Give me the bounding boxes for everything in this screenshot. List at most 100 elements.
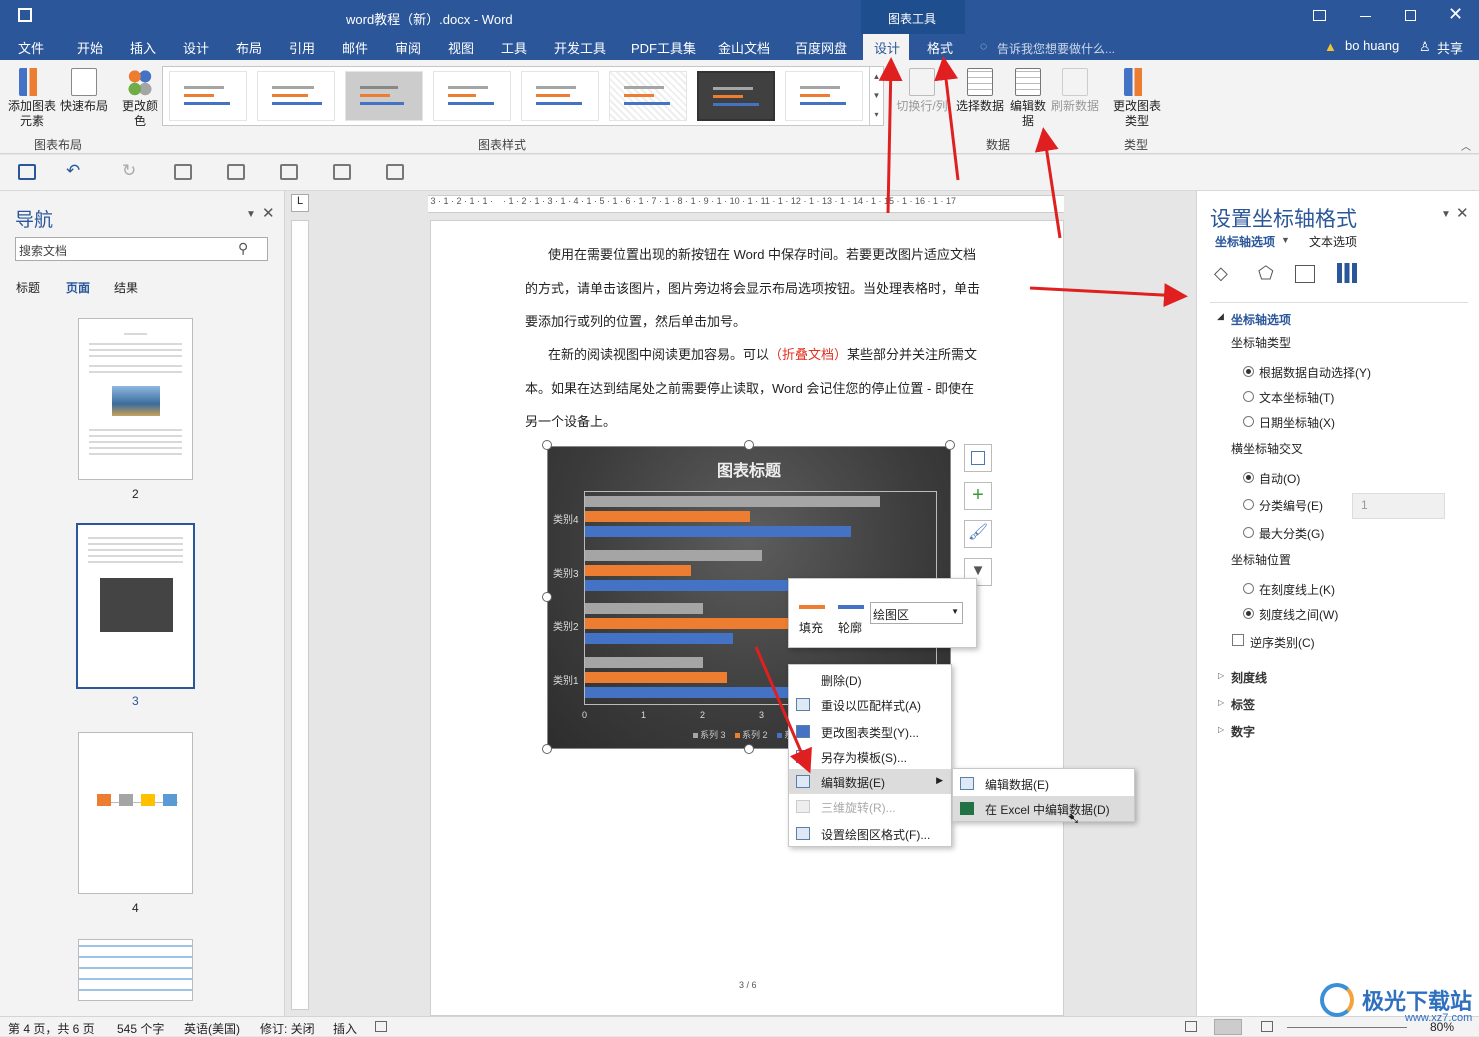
resize-handle[interactable] (744, 744, 754, 754)
tell-me-input[interactable]: 告诉我您想要做什么... (997, 40, 1115, 57)
tab-baidu[interactable]: 百度网盘 (795, 38, 847, 57)
chart-style-8[interactable] (785, 71, 863, 121)
tab-file[interactable]: 文件 (18, 38, 44, 57)
chart-style-2[interactable] (257, 71, 335, 121)
search-icon[interactable]: ⚲ (238, 240, 248, 257)
effects-icon[interactable]: ⬠ (1258, 263, 1274, 284)
expand-icon[interactable]: ▷ (1218, 725, 1224, 734)
section-axis-options[interactable]: 坐标轴选项 (1231, 311, 1291, 328)
legend-entry[interactable]: 系列 3 (693, 728, 726, 741)
user-name[interactable]: bo huang (1345, 38, 1399, 53)
submenu-edit-in-excel[interactable]: 在 Excel 中编辑数据(D) (953, 796, 1134, 821)
chart-style-7-selected[interactable] (697, 71, 775, 121)
pane-options-icon[interactable]: ▼ (1441, 209, 1451, 220)
outline-button[interactable]: 轮廓 (838, 619, 862, 636)
customize-icon[interactable] (386, 164, 404, 180)
tab-insert[interactable]: 插入 (130, 38, 156, 57)
category-number-input[interactable]: 1 (1352, 493, 1445, 519)
chart-style-1[interactable] (169, 71, 247, 121)
expand-icon[interactable]: ▷ (1218, 698, 1224, 707)
change-chart-type-button[interactable]: 更改图表类型 (1110, 68, 1164, 129)
resize-handle[interactable] (542, 592, 552, 602)
print-preview-icon[interactable] (280, 164, 298, 180)
resize-handle[interactable] (744, 440, 754, 450)
menu-edit-data[interactable]: 编辑数据(E) ▶ (789, 769, 951, 794)
nav-options-icon[interactable]: ▼ (246, 209, 256, 220)
read-mode-icon[interactable] (174, 164, 192, 180)
radio-category-number-label[interactable]: 分类编号(E) (1259, 497, 1323, 514)
radio-on-tick[interactable] (1243, 583, 1254, 594)
tab-pdf[interactable]: PDF工具集 (631, 38, 696, 57)
axis-options-icon[interactable] (1337, 263, 1357, 283)
radio-on-tick-label[interactable]: 在刻度线上(K) (1259, 581, 1335, 598)
legend-entry[interactable]: 系列 2 (735, 728, 768, 741)
chart-styles-brush-icon[interactable]: 🖌 (964, 520, 992, 548)
reverse-checkbox-label[interactable]: 逆序类别(C) (1250, 634, 1315, 651)
radio-between-tick-label[interactable]: 刻度线之间(W) (1259, 606, 1338, 623)
section-tick-marks[interactable]: 刻度线 (1231, 669, 1267, 686)
resize-handle[interactable] (945, 440, 955, 450)
pane-close-icon[interactable]: ✕ (1456, 204, 1469, 222)
print-layout-icon[interactable] (1214, 1019, 1242, 1035)
edit-data-button[interactable]: 编辑数据 (1006, 68, 1050, 129)
bar-系列1-类别4[interactable] (585, 526, 851, 537)
tab-chart-format[interactable]: 格式 (927, 38, 953, 57)
radio-between-tick[interactable] (1243, 608, 1254, 619)
search-input[interactable]: 搜索文档 (19, 242, 67, 259)
nav-search-box[interactable]: 搜索文档 ⚲ (15, 237, 268, 261)
zoom-slider[interactable] (1287, 1027, 1407, 1028)
bar-系列3-类别3[interactable] (585, 549, 762, 561)
chart-style-5[interactable] (521, 71, 599, 121)
read-view-icon[interactable] (1185, 1021, 1197, 1032)
tab-kdocs[interactable]: 金山文档 (718, 38, 770, 57)
nav-close-icon[interactable]: ✕ (262, 204, 275, 222)
status-language[interactable]: 英语(美国) (184, 1020, 240, 1037)
chart-style-3[interactable] (345, 71, 423, 121)
touch-mode-icon[interactable] (333, 164, 351, 180)
menu-delete[interactable]: 删除(D) (789, 667, 951, 692)
tab-axis-options[interactable]: 坐标轴选项 (1215, 233, 1275, 250)
size-properties-icon[interactable] (1295, 265, 1315, 283)
close-icon[interactable]: ✕ (1448, 4, 1463, 25)
chart-element-select[interactable]: 绘图区 ▼ (870, 602, 963, 624)
page-thumbnail-4[interactable] (78, 732, 193, 894)
tab-design[interactable]: 设计 (183, 38, 209, 57)
tab-pages[interactable]: 页面 (66, 279, 90, 296)
fill-button[interactable]: 填充 (799, 619, 823, 636)
radio-max-category[interactable] (1243, 527, 1254, 538)
section-labels[interactable]: 标签 (1231, 696, 1255, 713)
menu-format-plot-area[interactable]: 设置绘图区格式(F)... (789, 821, 951, 846)
chevron-down-icon[interactable]: ▼ (1281, 235, 1290, 245)
outline-icon[interactable] (838, 587, 864, 609)
page-thumbnail-3[interactable] (76, 523, 195, 689)
bar-系列1-类别2[interactable] (585, 633, 733, 644)
chart-style-4[interactable] (433, 71, 511, 121)
fill-line-icon[interactable]: ◇ (1214, 263, 1228, 284)
radio-cross-auto[interactable] (1243, 472, 1254, 483)
page-thumbnail-5[interactable] (78, 939, 193, 1001)
add-chart-element-button[interactable]: 添加图表元素 (6, 68, 58, 129)
radio-text-axis[interactable] (1243, 391, 1254, 402)
fill-icon[interactable] (799, 587, 825, 609)
resize-handle[interactable] (542, 440, 552, 450)
menu-reset-style[interactable]: 重设以匹配样式(A) (789, 692, 951, 717)
radio-cross-auto-label[interactable]: 自动(O) (1259, 470, 1300, 487)
maximize-icon[interactable] (1405, 10, 1416, 21)
tab-selector[interactable]: L (291, 194, 309, 212)
tab-text-options[interactable]: 文本选项 (1309, 233, 1357, 250)
radio-auto-select-label[interactable]: 根据数据自动选择(Y) (1259, 364, 1371, 381)
status-mode[interactable]: 插入 (333, 1020, 357, 1037)
tab-mailings[interactable]: 邮件 (342, 38, 368, 57)
radio-category-number[interactable] (1243, 499, 1254, 510)
radio-date-axis-label[interactable]: 日期坐标轴(X) (1259, 414, 1335, 431)
bar-系列2-类别4[interactable] (585, 511, 751, 522)
fold-doc-link[interactable]: （折叠文档） (769, 347, 847, 362)
status-words[interactable]: 545 个字 (117, 1020, 164, 1037)
bar-系列3-类别1[interactable] (585, 656, 703, 668)
menu-change-chart-type[interactable]: 更改图表类型(Y)... (789, 719, 951, 744)
print-icon[interactable] (227, 164, 245, 180)
tab-chart-design[interactable]: 设计 (863, 34, 909, 60)
tab-references[interactable]: 引用 (289, 38, 315, 57)
bar-系列1-类别3[interactable] (585, 579, 792, 591)
radio-date-axis[interactable] (1243, 416, 1254, 427)
